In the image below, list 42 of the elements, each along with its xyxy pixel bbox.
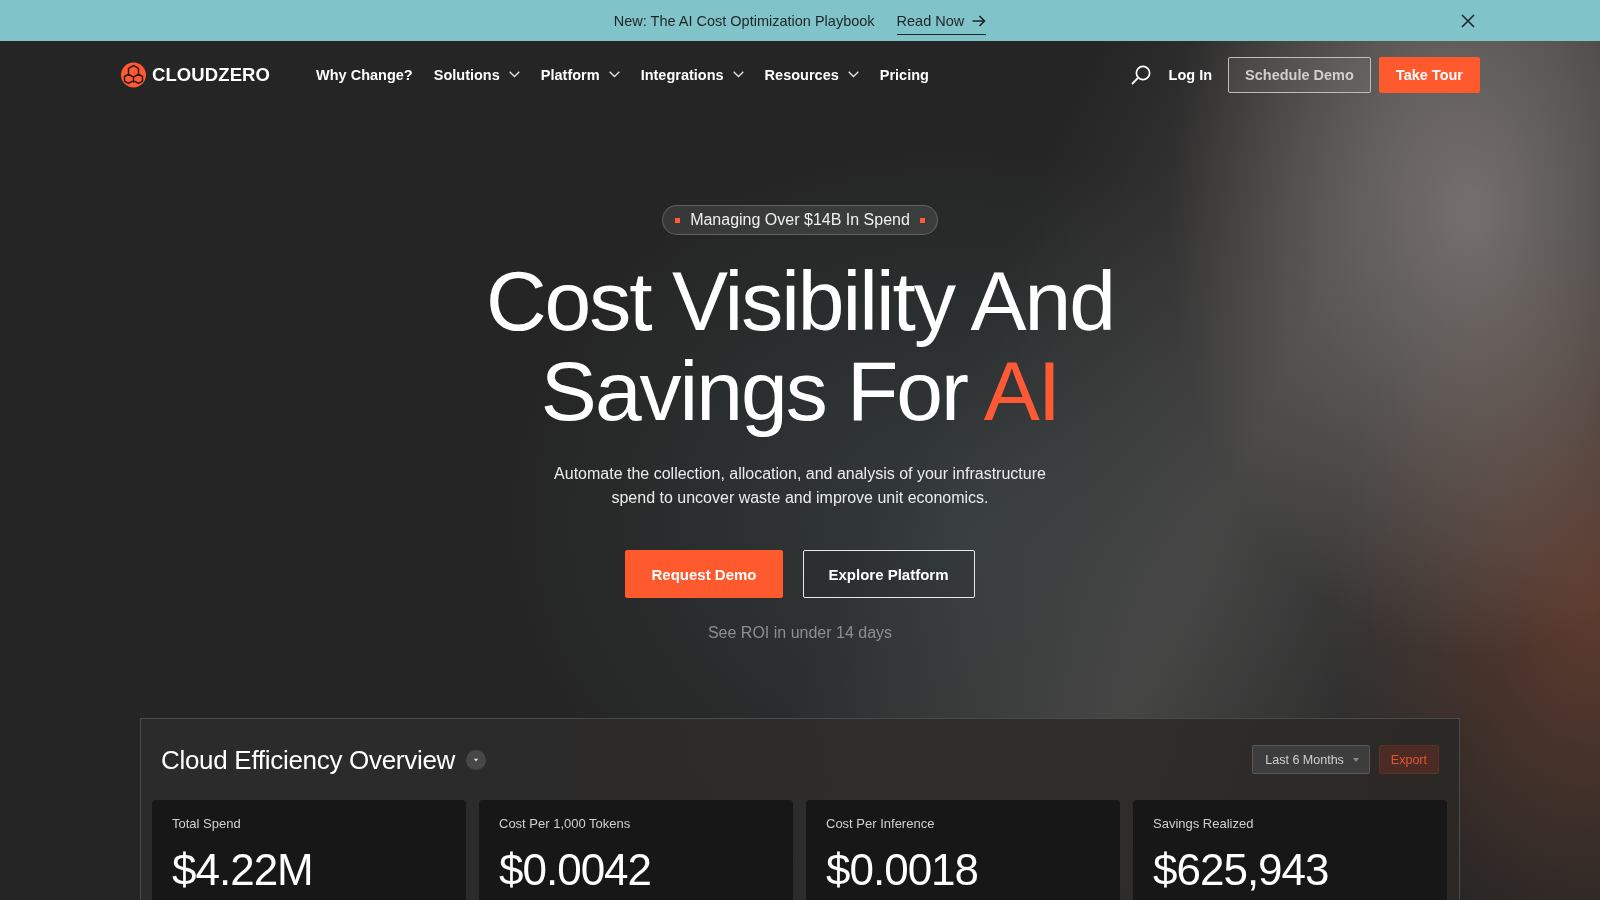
logo-icon — [120, 60, 147, 89]
roi-note: See ROI in under 14 days — [707, 623, 893, 643]
nav-link[interactable]: Pricing — [879, 66, 929, 83]
chevron-down-icon — [847, 71, 859, 78]
square-bullet-icon — [675, 217, 681, 223]
hero-subtitle: Automate the collection, allocation, and analysis of your infrastructure spend to uncover waste and improve unit economics. — [553, 464, 1047, 508]
caret-circle-icon — [466, 749, 487, 770]
metric-value: $625,943 — [1153, 846, 1330, 894]
login-link[interactable]: Log In — [1168, 66, 1213, 83]
schedule-demo-button[interactable]: Schedule Demo — [1228, 56, 1371, 93]
hero-headline: Cost Visibility And Savings For AI — [485, 256, 1115, 436]
dashboard-title: Cloud Efficiency Overview — [161, 744, 456, 775]
metric-value: $0.0018 — [826, 846, 980, 894]
search-icon — [1130, 64, 1151, 85]
explore-platform-button[interactable]: Explore Platform — [802, 550, 975, 598]
range-select[interactable]: Last 6 Months — [1252, 745, 1370, 774]
close-icon — [1461, 13, 1475, 28]
search-button[interactable] — [1130, 64, 1151, 85]
nav-link[interactable]: Solutions — [433, 66, 520, 83]
badge-text: Managing Over $14B In Spend — [690, 211, 910, 229]
chevron-down-icon — [608, 71, 620, 78]
metric-label: Cost Per 1,000 Tokens — [499, 816, 632, 832]
metric-label: Savings Realized — [1153, 816, 1255, 832]
chevron-down-icon — [732, 71, 744, 78]
arrow-right-icon — [972, 14, 987, 27]
metric-value: $4.22M — [172, 846, 314, 894]
logo-text: CLOUDZERO — [152, 63, 271, 86]
export-button[interactable]: Export — [1378, 745, 1439, 774]
square-bullet-icon — [919, 217, 925, 223]
announcement-text: New: The AI Cost Optimization Playbook — [613, 12, 875, 29]
caret-down-icon — [1352, 757, 1359, 762]
nav-link[interactable]: Why Change? — [316, 66, 413, 83]
metric-label: Total Spend — [172, 816, 242, 832]
title-dropdown-button[interactable] — [466, 749, 487, 770]
nav-link[interactable]: Integrations — [640, 66, 744, 83]
metric-label: Cost Per Inference — [826, 816, 936, 832]
close-button[interactable] — [1461, 13, 1475, 28]
nav-link[interactable]: Resources — [764, 66, 859, 83]
metric-value: $0.0042 — [499, 846, 653, 894]
read-now-link[interactable]: Read Now — [896, 6, 987, 35]
nav-link[interactable]: Platform — [540, 66, 620, 83]
chevron-down-icon — [508, 71, 520, 78]
